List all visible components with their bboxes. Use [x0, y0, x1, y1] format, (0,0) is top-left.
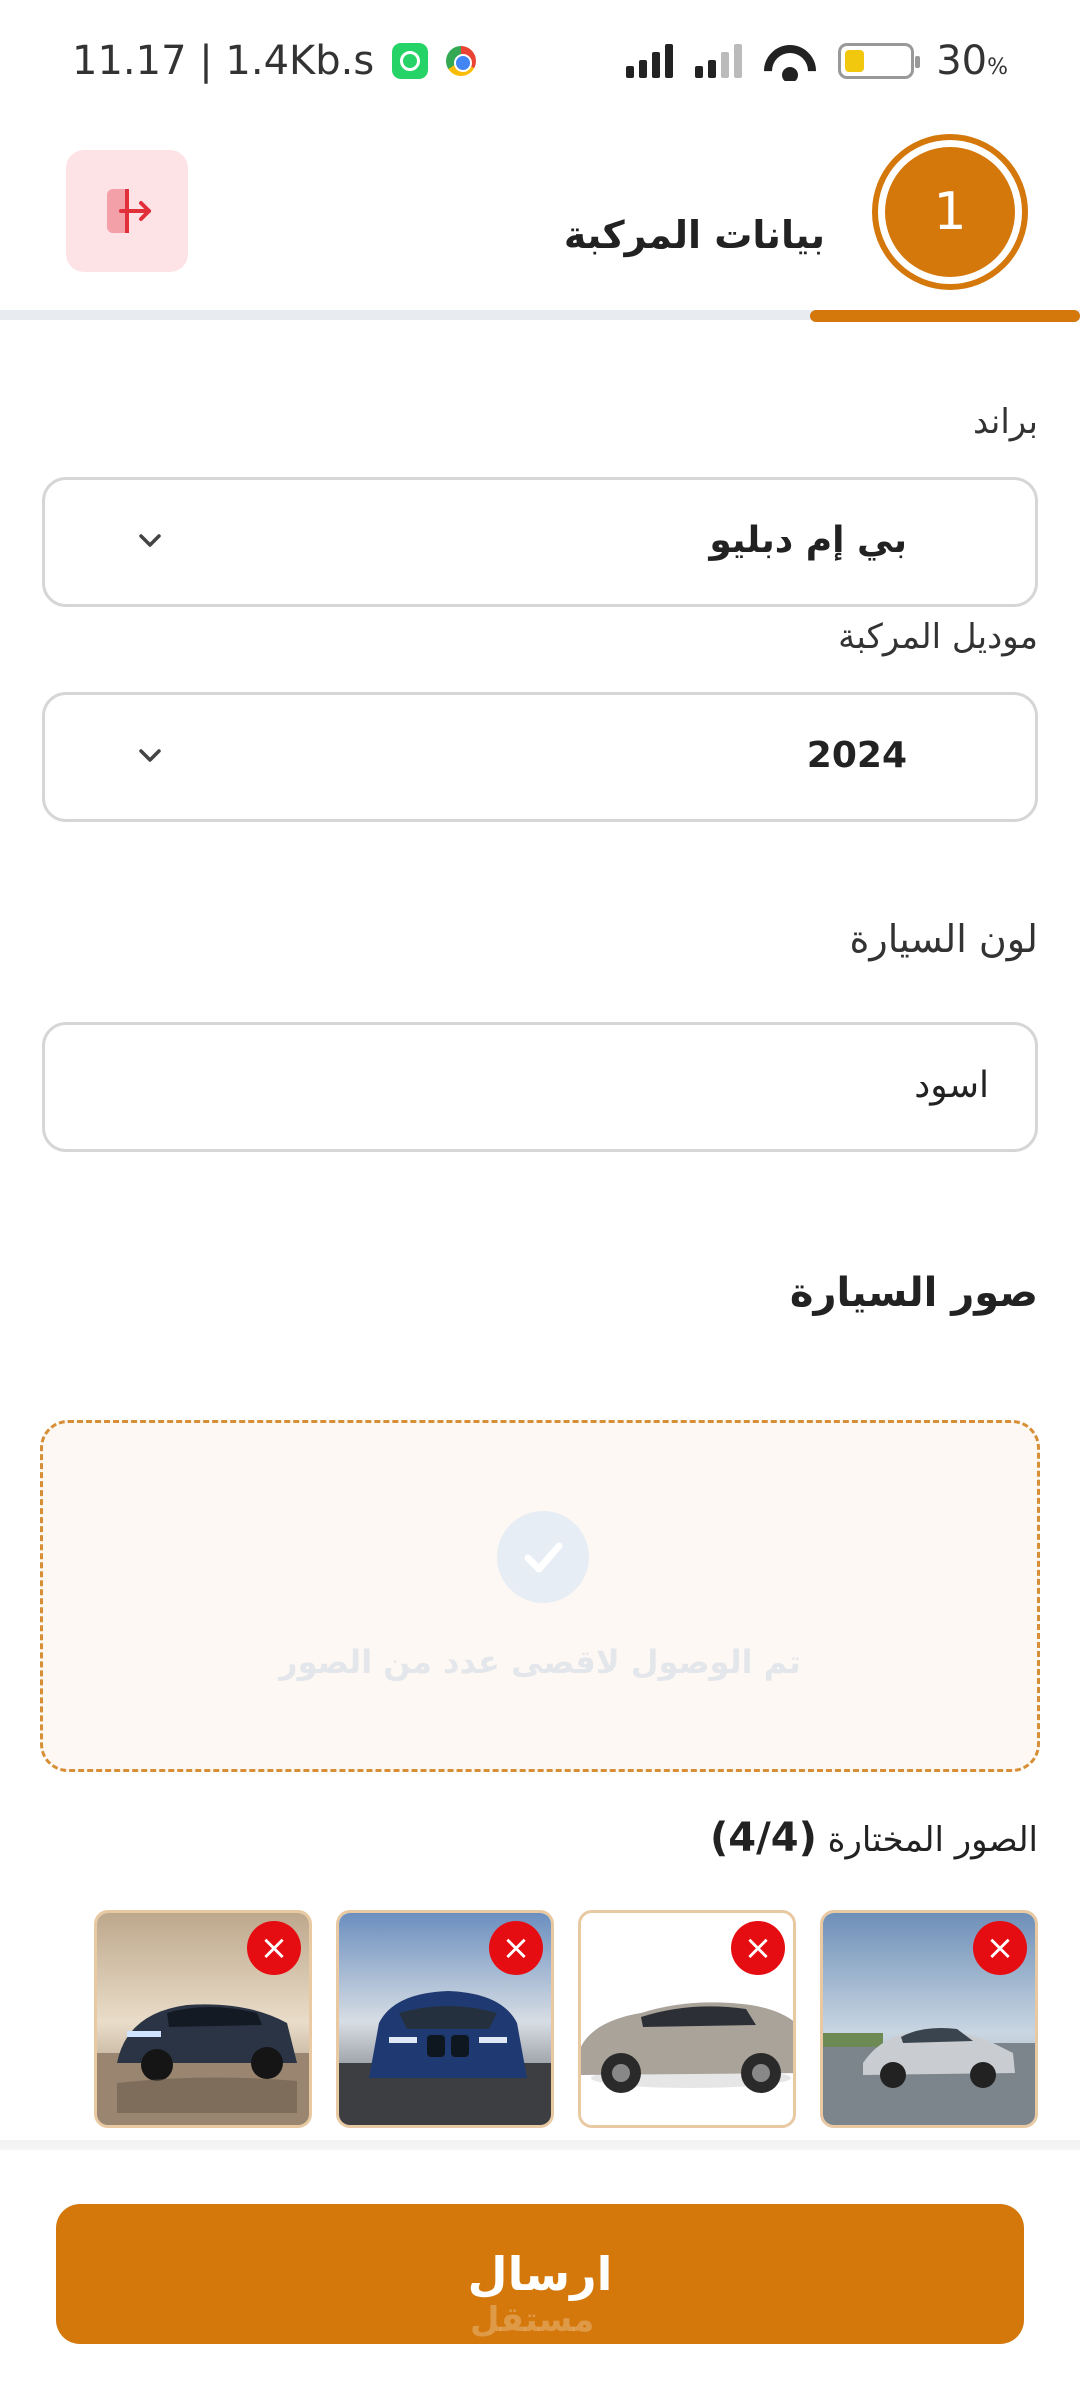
color-input[interactable]: اسود: [42, 1022, 1038, 1152]
chevron-down-icon: [139, 749, 161, 762]
chevron-down-icon: [139, 534, 161, 547]
photo-thumbnail[interactable]: ×: [94, 1910, 312, 2128]
wifi-icon: [764, 41, 816, 81]
status-left: 11.17 | 1.4Kb.s: [72, 38, 477, 84]
bottom-bar: ارسال مستقل: [0, 2150, 1080, 2400]
status-bar: 11.17 | 1.4Kb.s 30%: [0, 0, 1080, 130]
photo-thumbnail[interactable]: ×: [336, 1910, 554, 2128]
max-photos-message: تم الوصول لاقصى عدد من الصور: [279, 1643, 801, 1681]
step-number: 1: [885, 147, 1015, 277]
battery-icon: [838, 43, 921, 79]
battery-level: [845, 50, 865, 72]
remove-photo-button[interactable]: ×: [247, 1921, 301, 1975]
photo-thumbnails: × × × ×: [94, 1910, 1038, 2130]
page-title: بيانات المركبة: [563, 213, 825, 257]
logout-icon: [107, 189, 151, 233]
selected-photos-title: الصور المختارة (4/4): [710, 1815, 1038, 1861]
photo-upload-area[interactable]: تم الوصول لاقصى عدد من الصور: [40, 1420, 1040, 1772]
status-time: 11.17 | 1.4Kb.s: [72, 38, 375, 84]
photo-thumbnail[interactable]: ×: [578, 1910, 796, 2128]
brand-label: براند: [973, 402, 1038, 442]
step-progress-fill: [810, 310, 1080, 322]
status-right: 30%: [626, 38, 1008, 84]
whatsapp-icon: [392, 43, 429, 79]
remove-photo-button[interactable]: ×: [973, 1921, 1027, 1975]
photo-thumbnail[interactable]: ×: [820, 1910, 1038, 2128]
check-icon: [497, 1511, 589, 1603]
step-indicator: 1: [872, 134, 1028, 290]
model-value: 2024: [806, 735, 907, 776]
header: بيانات المركبة 1: [0, 130, 1080, 322]
brand-select[interactable]: بي إم دبليو: [42, 477, 1038, 607]
signal-icon: [626, 44, 674, 78]
selected-photos-count: (4/4): [710, 1815, 817, 1861]
model-select[interactable]: 2024: [42, 692, 1038, 822]
step-progress-track: [0, 310, 1080, 322]
battery-percent: 30%: [936, 38, 1008, 84]
signal-2-icon: [695, 44, 743, 78]
logout-button[interactable]: [66, 150, 188, 272]
submit-label: ارسال: [467, 2247, 613, 2301]
color-value: اسود: [914, 1065, 989, 1106]
photos-section-title: صور السيارة: [789, 1270, 1038, 1316]
remove-photo-button[interactable]: ×: [731, 1921, 785, 1975]
color-label: لون السيارة: [849, 917, 1038, 961]
watermark-logo: مستقل: [470, 2300, 595, 2340]
remove-photo-button[interactable]: ×: [489, 1921, 543, 1975]
chrome-icon: [446, 46, 477, 76]
model-label: موديل المركبة: [838, 617, 1038, 657]
screen: 11.17 | 1.4Kb.s 30% بيانات المركبة 1 برا…: [0, 0, 1080, 2400]
brand-value: بي إم دبليو: [709, 520, 907, 561]
